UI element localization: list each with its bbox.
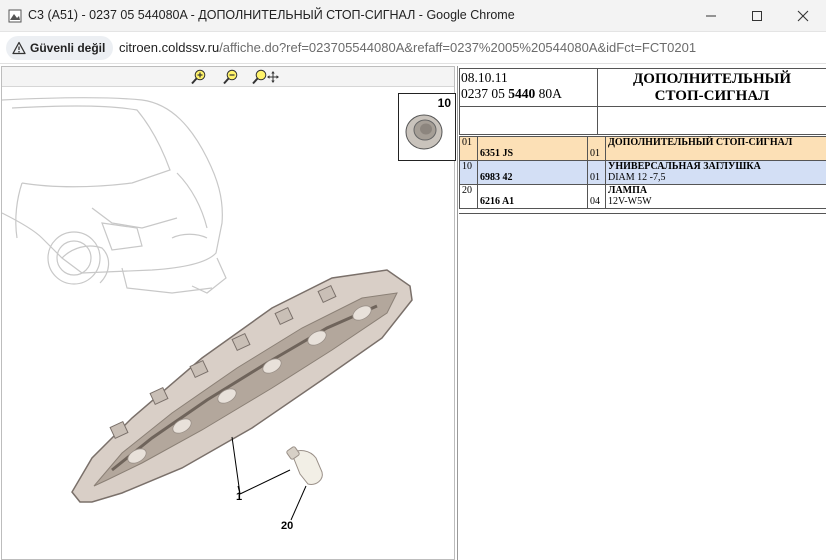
zoom-pan-button[interactable] xyxy=(250,68,280,86)
table-bottom-divider xyxy=(459,213,826,214)
url-field[interactable]: citroen.coldssv.ru/affiche.do?ref=023705… xyxy=(119,40,696,55)
row-ref: 20 xyxy=(459,184,478,209)
row-part-number[interactable]: 6983 42 xyxy=(477,160,588,185)
url-path: /affiche.do?ref=023705544080A&refaff=023… xyxy=(219,40,697,55)
table-row[interactable]: 20 6216 A1 04 ЛАМПА 12V-W5W xyxy=(459,184,826,209)
header-date: 08.10.11 xyxy=(461,70,508,85)
security-chip[interactable]: Güvenli değil xyxy=(6,36,114,60)
page-content: 10 1 20 08.10.11 0237 05 5440 80A ДОПОЛН… xyxy=(0,64,826,560)
warning-icon xyxy=(12,41,26,55)
plug-drawing xyxy=(405,114,443,150)
zoom-pan-icon xyxy=(252,69,279,85)
security-label: Güvenli değil xyxy=(30,41,106,55)
header-info: 08.10.11 0237 05 5440 80A xyxy=(459,68,598,107)
zoom-out-icon xyxy=(223,69,238,85)
zoom-in-icon xyxy=(191,69,206,85)
row-description: ДОПОЛНИТЕЛЬНЫЙ СТОП-СИГНАЛ xyxy=(605,136,826,161)
zoom-in-button[interactable] xyxy=(188,68,210,86)
maximize-button[interactable] xyxy=(734,0,780,32)
minimize-button[interactable] xyxy=(688,0,734,32)
row-part-number[interactable]: 6216 A1 xyxy=(477,184,588,209)
url-domain: citroen.coldssv.ru xyxy=(119,40,220,55)
title-bar: C3 (A51) - 0237 05 544080A - ДОПОЛНИТЕЛЬ… xyxy=(0,0,826,32)
header-gap-left xyxy=(459,106,598,135)
parts-drawing xyxy=(2,97,413,521)
callout-20[interactable]: 20 xyxy=(281,520,293,532)
table-row[interactable]: 01 6351 JS 01 ДОПОЛНИТЕЛЬНЫЙ СТОП-СИГНАЛ xyxy=(459,136,826,161)
diagram-viewer: 10 1 20 xyxy=(1,66,456,560)
maximize-icon xyxy=(752,11,762,21)
close-icon xyxy=(797,10,809,22)
row-qty: 01 xyxy=(587,160,606,185)
car-sketch xyxy=(2,97,227,294)
row-description: УНИВЕРСАЛЬНАЯ ЗАГЛУШКА DIAM 12 -7,5 xyxy=(605,160,826,185)
page-icon xyxy=(8,9,22,23)
row-ref: 01 xyxy=(459,136,478,161)
zoom-toolbar xyxy=(2,67,454,87)
inset-part-10[interactable]: 10 xyxy=(398,93,456,161)
address-bar: Güvenli değil citroen.coldssv.ru/affiche… xyxy=(0,32,826,64)
header-title: ДОПОЛНИТЕЛЬНЫЙ СТОП-СИГНАЛ xyxy=(597,68,826,107)
row-part-number[interactable]: 6351 JS xyxy=(477,136,588,161)
window-title: C3 (A51) - 0237 05 544080A - ДОПОЛНИТЕЛЬ… xyxy=(28,8,515,22)
close-button[interactable] xyxy=(780,0,826,32)
row-ref: 10 xyxy=(459,160,478,185)
header-ref: 0237 05 5440 80A xyxy=(461,86,562,101)
row-qty: 01 xyxy=(587,136,606,161)
row-description: ЛАМПА 12V-W5W xyxy=(605,184,826,209)
header-table: 08.10.11 0237 05 5440 80A ДОПОЛНИТЕЛЬНЫЙ… xyxy=(459,68,826,135)
brake-light-assembly xyxy=(71,269,413,503)
bulb xyxy=(286,446,323,485)
table-row[interactable]: 10 6983 42 01 УНИВЕРСАЛЬНАЯ ЗАГЛУШКА DIAM… xyxy=(459,160,826,185)
parts-table: 01 6351 JS 01 ДОПОЛНИТЕЛЬНЫЙ СТОП-СИГНАЛ… xyxy=(459,136,826,209)
row-qty: 04 xyxy=(587,184,606,209)
parts-panel: 08.10.11 0237 05 5440 80A ДОПОЛНИТЕЛЬНЫЙ… xyxy=(457,66,826,560)
callout-1[interactable]: 1 xyxy=(236,491,242,503)
zoom-out-button[interactable] xyxy=(220,68,242,86)
minimize-icon xyxy=(706,15,716,17)
header-gap-right xyxy=(597,106,826,135)
